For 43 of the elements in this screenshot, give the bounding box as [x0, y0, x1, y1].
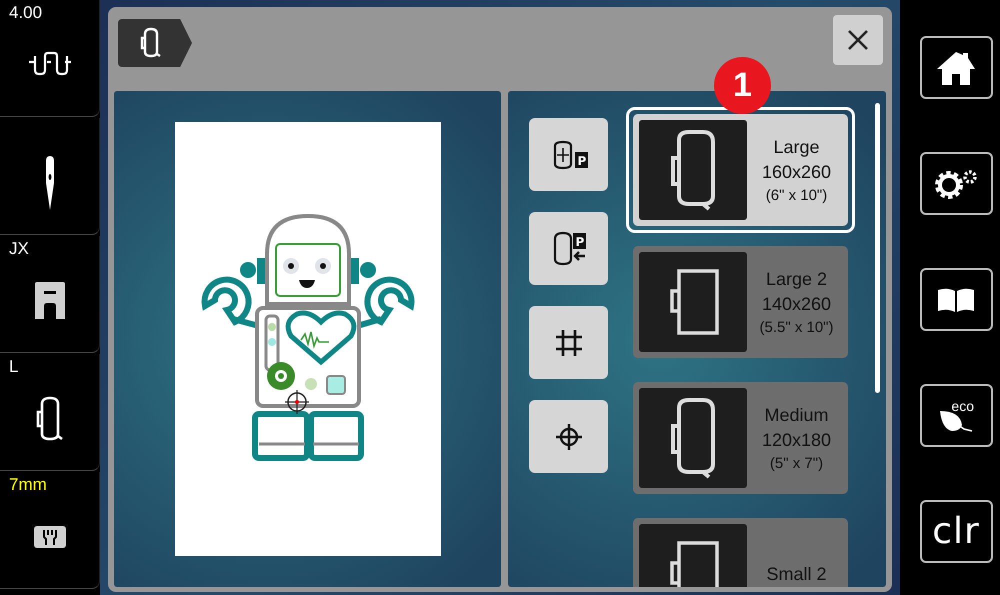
hoop-option[interactable]: Large 160x260 (6" x 10") — [633, 114, 848, 226]
tool-button[interactable] — [529, 400, 608, 473]
nav-button[interactable]: eco — [920, 384, 992, 447]
tool-button[interactable]: P — [529, 118, 608, 191]
hoop-size-inches: (5.5" x 10") — [759, 318, 834, 336]
hoop-size-inches: (5" x 7") — [770, 454, 824, 472]
hoop-icon — [34, 396, 66, 442]
nav-button[interactable] — [920, 36, 992, 99]
nav-button[interactable] — [920, 268, 992, 331]
close-icon — [847, 29, 869, 51]
hoop-tab[interactable] — [118, 19, 192, 67]
tool-button[interactable]: P — [529, 212, 608, 285]
hoop-size: 160x260 — [762, 162, 832, 182]
hoop-option[interactable]: Small 2 — [633, 518, 848, 587]
tool-button[interactable] — [529, 306, 608, 379]
grid-icon — [554, 328, 584, 358]
settings-icon — [933, 168, 979, 200]
hoop-size: 120x180 — [762, 430, 832, 450]
status-label: 7mm — [9, 475, 47, 495]
hoop-name: Small 2 — [766, 564, 827, 584]
hoop-size-inches: (6" x 10") — [766, 186, 828, 204]
status-label: JX — [9, 239, 29, 259]
eco-label: eco — [951, 398, 974, 412]
close-button[interactable] — [833, 15, 883, 65]
home-icon — [936, 50, 976, 86]
status-tile[interactable]: JX — [0, 236, 100, 353]
hoop-name: Medium — [764, 404, 829, 426]
crosshair-icon — [554, 422, 582, 450]
hoop-size: 140x260 — [762, 294, 832, 314]
step-badge: 1 — [714, 57, 771, 114]
status-label: 4.00 — [9, 3, 42, 23]
presser-foot-icon — [32, 281, 66, 321]
stitch-plate-icon — [34, 526, 66, 548]
status-label: L — [9, 357, 18, 377]
book-icon — [936, 286, 976, 312]
scrollbar[interactable] — [875, 103, 880, 393]
hoop-name: Large — [773, 136, 820, 158]
hoop-option[interactable]: Large 2 140x260 (5.5" x 10") — [633, 246, 848, 358]
hoop-name: Large 2 — [766, 268, 828, 290]
hoop-option[interactable]: Medium 120x180 (5" x 7") — [633, 382, 848, 494]
nav-button[interactable]: clr — [920, 500, 992, 563]
needle-icon — [44, 155, 56, 211]
nav-button[interactable] — [920, 152, 992, 215]
